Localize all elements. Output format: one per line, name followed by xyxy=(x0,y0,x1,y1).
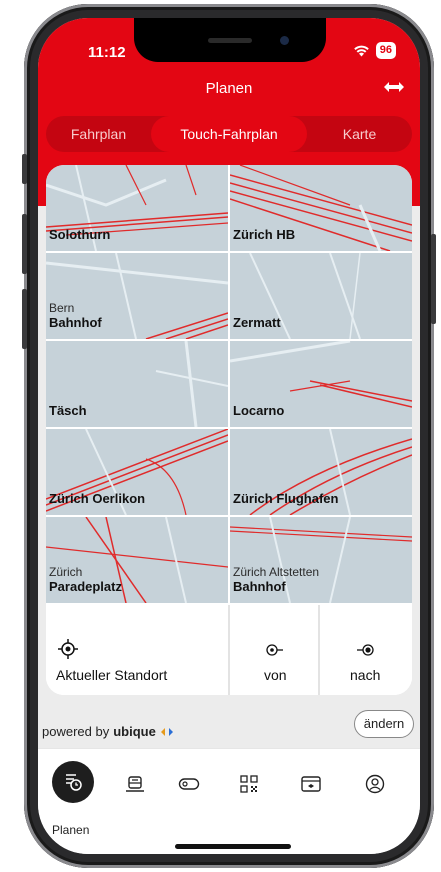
tile-name: Zürich Flughafen xyxy=(233,491,339,506)
tab-tickets[interactable] xyxy=(174,769,204,799)
from-button[interactable]: von xyxy=(230,605,318,695)
ubique-brand: ubique xyxy=(113,724,156,739)
tile-name: Zermatt xyxy=(233,315,281,330)
train-icon xyxy=(126,776,144,792)
to-button[interactable]: nach xyxy=(320,605,412,695)
to-label: nach xyxy=(350,667,381,683)
tab-train[interactable] xyxy=(120,769,150,799)
speaker xyxy=(208,38,252,43)
travelcard-icon xyxy=(301,776,321,792)
tab-qr[interactable] xyxy=(234,769,264,799)
from-label: von xyxy=(264,667,287,683)
ticket-icon xyxy=(178,778,200,790)
timetable-icon xyxy=(66,774,82,791)
tile-name: Bahnhof xyxy=(49,315,102,330)
status-indicators: 96 xyxy=(353,42,396,59)
tile-name: Locarno xyxy=(233,403,285,418)
tab-travelcards[interactable] xyxy=(296,769,326,799)
tile-taesch[interactable]: Täsch xyxy=(46,341,228,427)
tab-planen-label: Planen xyxy=(52,823,90,837)
power-button xyxy=(431,234,436,324)
tab-profile[interactable] xyxy=(360,769,390,799)
tile-name: Zürich HB xyxy=(233,227,296,242)
tab-karte[interactable]: Karte xyxy=(307,116,412,152)
favorites-panel: Solothurn Zürich HB Bern Bahnhof Zermatt… xyxy=(46,165,412,695)
tile-name: Zürich Oerlikon xyxy=(49,491,146,506)
tile-name: Paradeplatz xyxy=(49,579,122,594)
app-screen: 11:12 96 Planen Fahrplan Touch-Fahrplan … xyxy=(38,18,420,854)
tile-zuerich-flughafen[interactable]: Zürich Flughafen xyxy=(230,429,412,515)
tab-planen[interactable] xyxy=(52,761,94,803)
tab-fahrplan[interactable]: Fahrplan xyxy=(46,116,151,152)
tile-subtitle: Zürich xyxy=(49,565,83,579)
tile-subtitle: Bern xyxy=(49,301,75,315)
page-title: Planen xyxy=(205,80,253,97)
tile-name: Solothurn xyxy=(49,227,111,242)
tile-zermatt[interactable]: Zermatt xyxy=(230,253,412,339)
mode-segmented-control: Fahrplan Touch-Fahrplan Karte xyxy=(46,116,412,152)
battery-icon: 96 xyxy=(375,42,396,59)
powered-by: powered by ubique xyxy=(42,724,174,739)
tile-locarno[interactable]: Locarno xyxy=(230,341,412,427)
location-target-icon xyxy=(58,639,78,659)
tile-zuerich-oerlikon[interactable]: Zürich Oerlikon xyxy=(46,429,228,515)
swap-arrows-icon[interactable] xyxy=(382,78,406,96)
current-location-button[interactable]: Aktueller Standort xyxy=(46,605,228,695)
tile-name: Bahnhof xyxy=(233,579,286,594)
home-indicator[interactable] xyxy=(175,844,291,849)
bottom-tab-bar: Planen xyxy=(38,748,420,854)
origin-icon xyxy=(266,644,283,656)
powered-by-text: powered by xyxy=(42,724,110,739)
mute-switch xyxy=(22,154,27,184)
location-actions: Aktueller Standort von nach xyxy=(46,605,412,695)
tile-zuerich-hb[interactable]: Zürich HB xyxy=(230,165,412,251)
profile-icon xyxy=(365,774,385,794)
tile-name: Täsch xyxy=(49,403,87,418)
wifi-icon xyxy=(353,45,369,57)
tile-zuerich-altstetten[interactable]: Zürich Altstetten Bahnhof xyxy=(230,517,412,603)
qr-code-icon xyxy=(240,775,258,793)
volume-up-button xyxy=(22,214,27,274)
destination-icon xyxy=(357,644,374,656)
change-button[interactable]: ändern xyxy=(354,710,414,738)
volume-down-button xyxy=(22,289,27,349)
tab-touch-fahrplan[interactable]: Touch-Fahrplan xyxy=(151,116,307,152)
tile-subtitle: Zürich Altstetten xyxy=(233,565,320,579)
ubique-logo-icon xyxy=(160,727,173,736)
notch xyxy=(134,18,326,62)
camera xyxy=(280,36,289,45)
tile-solothurn[interactable]: Solothurn xyxy=(46,165,228,251)
current-location-label: Aktueller Standort xyxy=(56,667,168,683)
status-time: 11:12 xyxy=(88,44,126,61)
tile-bern-bahnhof[interactable]: Bern Bahnhof xyxy=(46,253,228,339)
tile-zuerich-paradeplatz[interactable]: Zürich Paradeplatz xyxy=(46,517,228,603)
